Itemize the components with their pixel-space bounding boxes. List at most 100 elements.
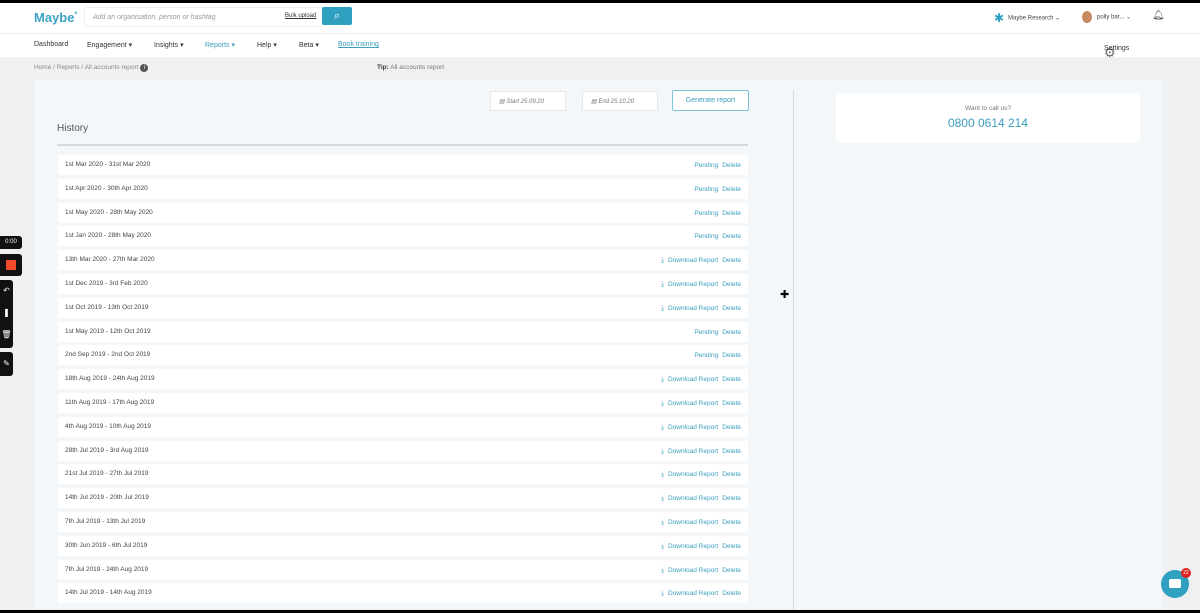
start-date-input[interactable]: ▤ Start 25.09.20 xyxy=(490,91,566,111)
nav-book-training[interactable]: Book training xyxy=(338,41,379,48)
download-report-link[interactable]: Download Report xyxy=(668,448,718,455)
search-button[interactable]: ⌕ xyxy=(322,7,352,25)
nav-reports[interactable]: Reports ▾ xyxy=(205,41,235,49)
download-icon[interactable]: ⤓ xyxy=(661,400,664,407)
delete-link[interactable]: Delete xyxy=(722,281,741,288)
download-report-link[interactable]: Download Report xyxy=(668,376,718,383)
bell-icon[interactable]: 🔔︎ xyxy=(1152,10,1165,21)
row-actions: ⤓ Download Report Delete xyxy=(657,305,741,313)
recorder-stop-button[interactable] xyxy=(0,254,22,276)
date-range: 14th Jul 2019 - 20th Jul 2019 xyxy=(65,494,149,502)
delete-link[interactable]: Delete xyxy=(722,352,741,359)
date-range: 7th Jul 2019 - 13th Jul 2019 xyxy=(65,517,146,525)
download-report-link[interactable]: Download Report xyxy=(668,305,718,312)
download-icon[interactable]: ⤓ xyxy=(661,424,664,431)
download-report-link[interactable]: Download Report xyxy=(668,567,718,574)
history-row: 7th Jul 2019 - 24th Aug 2019 ⤓ Download Re… xyxy=(58,559,748,580)
delete-link[interactable]: Delete xyxy=(722,233,741,240)
download-report-link[interactable]: Download Report xyxy=(668,400,718,407)
end-date-input[interactable]: ▤ End 25.10.20 xyxy=(582,91,658,111)
delete-link[interactable]: Delete xyxy=(722,471,741,478)
pen-icon[interactable]: ✎ xyxy=(0,352,13,376)
nav-insights[interactable]: Insights ▾ xyxy=(154,41,184,49)
download-icon[interactable]: ⤓ xyxy=(661,281,664,288)
page: Maybe* Add an organisation, person or ha… xyxy=(0,3,1200,610)
delete-link[interactable]: Delete xyxy=(722,519,741,526)
pending-status: Pending xyxy=(694,185,719,193)
info-icon[interactable]: i xyxy=(140,64,149,72)
download-icon[interactable]: ⤓ xyxy=(661,448,664,455)
delete-link[interactable]: Delete xyxy=(722,257,741,264)
row-actions: ⤓ Download Report Delete xyxy=(657,471,741,479)
nav-help[interactable]: Help ▾ xyxy=(257,41,277,49)
download-icon[interactable]: ⤓ xyxy=(661,305,664,312)
delete-link[interactable]: Delete xyxy=(722,305,741,312)
org-icon: ✱ xyxy=(994,11,1005,25)
download-icon[interactable]: ⤓ xyxy=(661,495,664,502)
download-report-link[interactable]: Download Report xyxy=(668,424,718,431)
row-actions: ⤓ Download Report Delete xyxy=(657,567,741,575)
history-row: 7th Jul 2019 - 13th Jul 2019 ⤓ Download Re… xyxy=(58,511,748,532)
history-row: 1st Jan 2020 - 28th May 2020 Pending Delet… xyxy=(58,226,748,247)
chevron-down-icon: ⌄ xyxy=(1055,15,1061,22)
download-report-link[interactable]: Download Report xyxy=(668,495,718,502)
pause-icon[interactable]: ❚ xyxy=(0,302,13,324)
generate-report-button[interactable]: Generate report xyxy=(672,90,749,111)
nav-dashboard[interactable]: Dashboard xyxy=(34,41,68,48)
history-row: 1st Oct 2019 - 13th Oct 2019 ⤓ Download Re… xyxy=(58,297,748,318)
download-icon[interactable]: ⤓ xyxy=(661,567,664,574)
download-icon[interactable]: ⤓ xyxy=(661,543,664,550)
date-range: 1st May 2019 - 12th Oct 2019 xyxy=(65,327,151,335)
nav-beta[interactable]: Beta ▾ xyxy=(299,41,319,49)
date-range: 13th Mar 2020 - 27th Mar 2020 xyxy=(65,256,155,264)
breadcrumb-home[interactable]: Home xyxy=(34,64,51,71)
org-switcher[interactable]: ✱ Maybe Research ⌄ xyxy=(994,11,1060,25)
history-row: 14th Jul 2019 - 14th Aug 2019 ⤓ Download R… xyxy=(58,583,748,604)
org-name: Maybe Research xyxy=(1008,15,1054,22)
trash-icon[interactable]: 🗑︎ xyxy=(0,324,13,346)
download-report-link[interactable]: Download Report xyxy=(668,590,718,597)
nav-engagement[interactable]: Engagement ▾ xyxy=(87,41,132,49)
delete-link[interactable]: Delete xyxy=(722,543,741,550)
download-icon[interactable]: ⤓ xyxy=(661,471,664,478)
delete-link[interactable]: Delete xyxy=(722,376,741,383)
tip-text: All accounts report xyxy=(390,64,445,71)
move-cursor-icon: ✚ xyxy=(780,289,790,301)
download-icon[interactable]: ⤓ xyxy=(661,519,664,526)
row-actions: ⤓ Download Report Delete xyxy=(657,590,741,598)
delete-link[interactable]: Delete xyxy=(722,590,741,597)
download-report-link[interactable]: Download Report xyxy=(668,543,718,550)
delete-link[interactable]: Delete xyxy=(722,567,741,574)
main-panel: ▤ Start 25.09.20 ▤ End 25.10.20 Generate… xyxy=(35,80,1162,610)
bulk-upload-link[interactable]: Bulk upload xyxy=(285,13,316,19)
download-report-link[interactable]: Download Report xyxy=(668,281,718,288)
contact-phone[interactable]: 0800 0614 214 xyxy=(836,116,1140,130)
row-actions: Pending Delete xyxy=(690,352,741,359)
download-report-link[interactable]: Download Report xyxy=(668,471,718,478)
date-range: 11th Aug 2019 - 17th Aug 2019 xyxy=(65,398,155,406)
user-menu[interactable]: polly bar... ⌄ xyxy=(1082,11,1131,23)
download-icon[interactable]: ⤓ xyxy=(661,257,664,264)
history-title: History xyxy=(57,123,89,134)
delete-link[interactable]: Delete xyxy=(722,162,741,169)
delete-link[interactable]: Delete xyxy=(722,329,741,336)
breadcrumb-reports[interactable]: Reports xyxy=(57,64,80,71)
undo-icon[interactable]: ↶ xyxy=(0,280,13,302)
download-report-link[interactable]: Download Report xyxy=(668,519,718,526)
delete-link[interactable]: Delete xyxy=(722,448,741,455)
delete-link[interactable]: Delete xyxy=(722,424,741,431)
delete-link[interactable]: Delete xyxy=(722,495,741,502)
delete-link[interactable]: Delete xyxy=(722,210,741,217)
date-range: 1st May 2020 - 28th May 2020 xyxy=(65,208,153,216)
date-range: 7th Jul 2019 - 24th Aug 2019 xyxy=(65,565,149,573)
row-actions: ⤓ Download Report Delete xyxy=(657,281,741,289)
delete-link[interactable]: Delete xyxy=(722,400,741,407)
download-icon[interactable]: ⤓ xyxy=(661,376,664,383)
logo[interactable]: Maybe* xyxy=(34,10,77,25)
download-report-link[interactable]: Download Report xyxy=(668,257,718,264)
row-actions: ⤓ Download Report Delete xyxy=(657,400,741,408)
logo-mark: * xyxy=(74,11,78,19)
delete-link[interactable]: Delete xyxy=(722,186,741,193)
date-range: 14th Jul 2019 - 14th Aug 2019 xyxy=(65,589,152,597)
download-icon[interactable]: ⤓ xyxy=(661,590,664,597)
